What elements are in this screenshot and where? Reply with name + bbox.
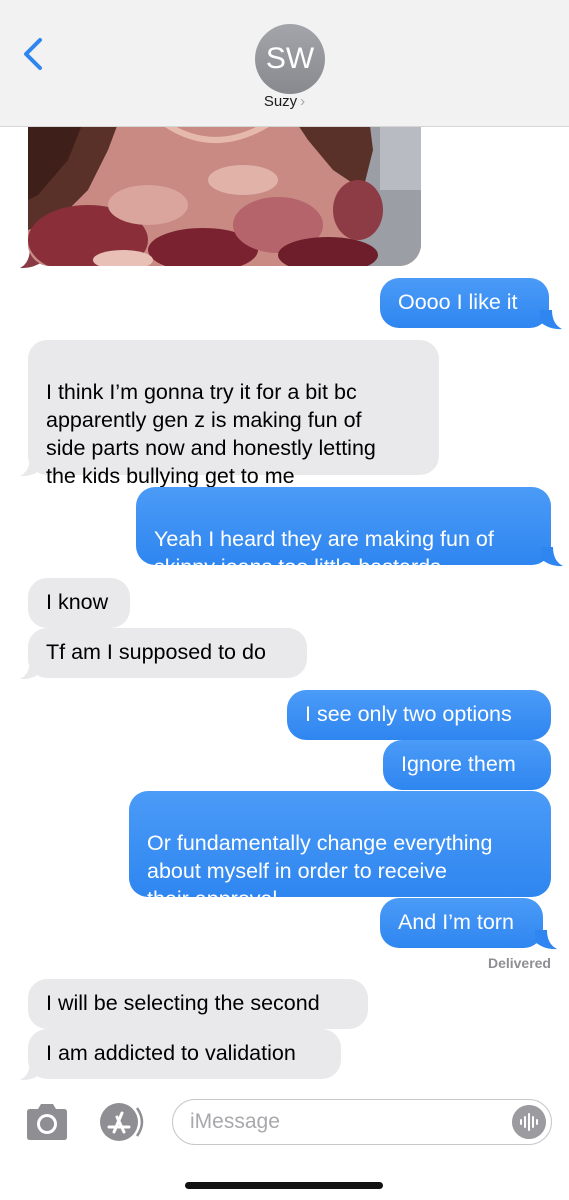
message-text: I see only two options: [305, 702, 512, 726]
message-text: I know: [46, 590, 109, 614]
home-indicator[interactable]: [185, 1182, 383, 1189]
contact-name: Suzy: [263, 93, 298, 110]
bubble-tail: [540, 310, 562, 330]
message-text: I will be selecting the second: [46, 991, 320, 1015]
message-bubble-incoming[interactable]: I know: [28, 578, 130, 628]
message-bubble-incoming[interactable]: I think I’m gonna try it for a bit bc ap…: [28, 340, 439, 488]
message-bubble-outgoing[interactable]: Or fundamentally change everything about…: [129, 791, 551, 911]
message-bubble-outgoing[interactable]: Yeah I heard they are making fun of skin…: [136, 487, 551, 579]
message-input-placeholder: iMessage: [190, 1110, 280, 1133]
message-text: I am addicted to validation: [46, 1041, 296, 1065]
photo-message[interactable]: [28, 110, 421, 266]
message-bubble-outgoing[interactable]: And I’m torn: [380, 898, 543, 948]
message-bubble-incoming[interactable]: I will be selecting the second: [28, 979, 368, 1029]
avatar[interactable]: SW: [255, 24, 325, 94]
contact-name-button[interactable]: Suzy ›: [0, 93, 569, 110]
camera-icon[interactable]: [24, 1103, 70, 1141]
audio-waveform-icon[interactable]: [512, 1105, 546, 1139]
message-bubble-incoming[interactable]: I am addicted to validation: [28, 1029, 341, 1079]
conversation-header: SW Suzy ›: [0, 0, 569, 127]
photo-image: [28, 110, 421, 266]
message-bubble-incoming[interactable]: Tf am I supposed to do: [28, 628, 307, 678]
bubble-tail: [20, 1061, 42, 1081]
message-input[interactable]: iMessage: [172, 1099, 552, 1145]
imessage-conversation: SW Suzy › Oooo I like it I think I’m gonn…: [0, 0, 569, 1200]
message-text: Tf am I supposed to do: [46, 640, 266, 664]
app-store-icon[interactable]: [97, 1102, 147, 1142]
delivered-status: Delivered: [487, 955, 551, 971]
bubble-tail: [535, 930, 557, 950]
bubble-tail: [20, 660, 42, 680]
chevron-right-icon: ›: [300, 93, 306, 110]
message-text: And I’m torn: [398, 910, 514, 934]
message-bubble-outgoing[interactable]: Ignore them: [383, 740, 551, 790]
message-text: Ignore them: [401, 752, 516, 776]
message-bubble-outgoing[interactable]: I see only two options: [287, 690, 551, 740]
chevron-left-icon[interactable]: [18, 34, 50, 74]
message-text: Oooo I like it: [398, 290, 518, 314]
message-bubble-outgoing[interactable]: Oooo I like it: [380, 278, 549, 328]
bubble-tail: [541, 547, 563, 567]
bubble-tail: [20, 457, 42, 477]
message-text: Yeah I heard they are making fun of skin…: [154, 527, 494, 579]
message-text: I think I’m gonna try it for a bit bc ap…: [46, 380, 376, 488]
